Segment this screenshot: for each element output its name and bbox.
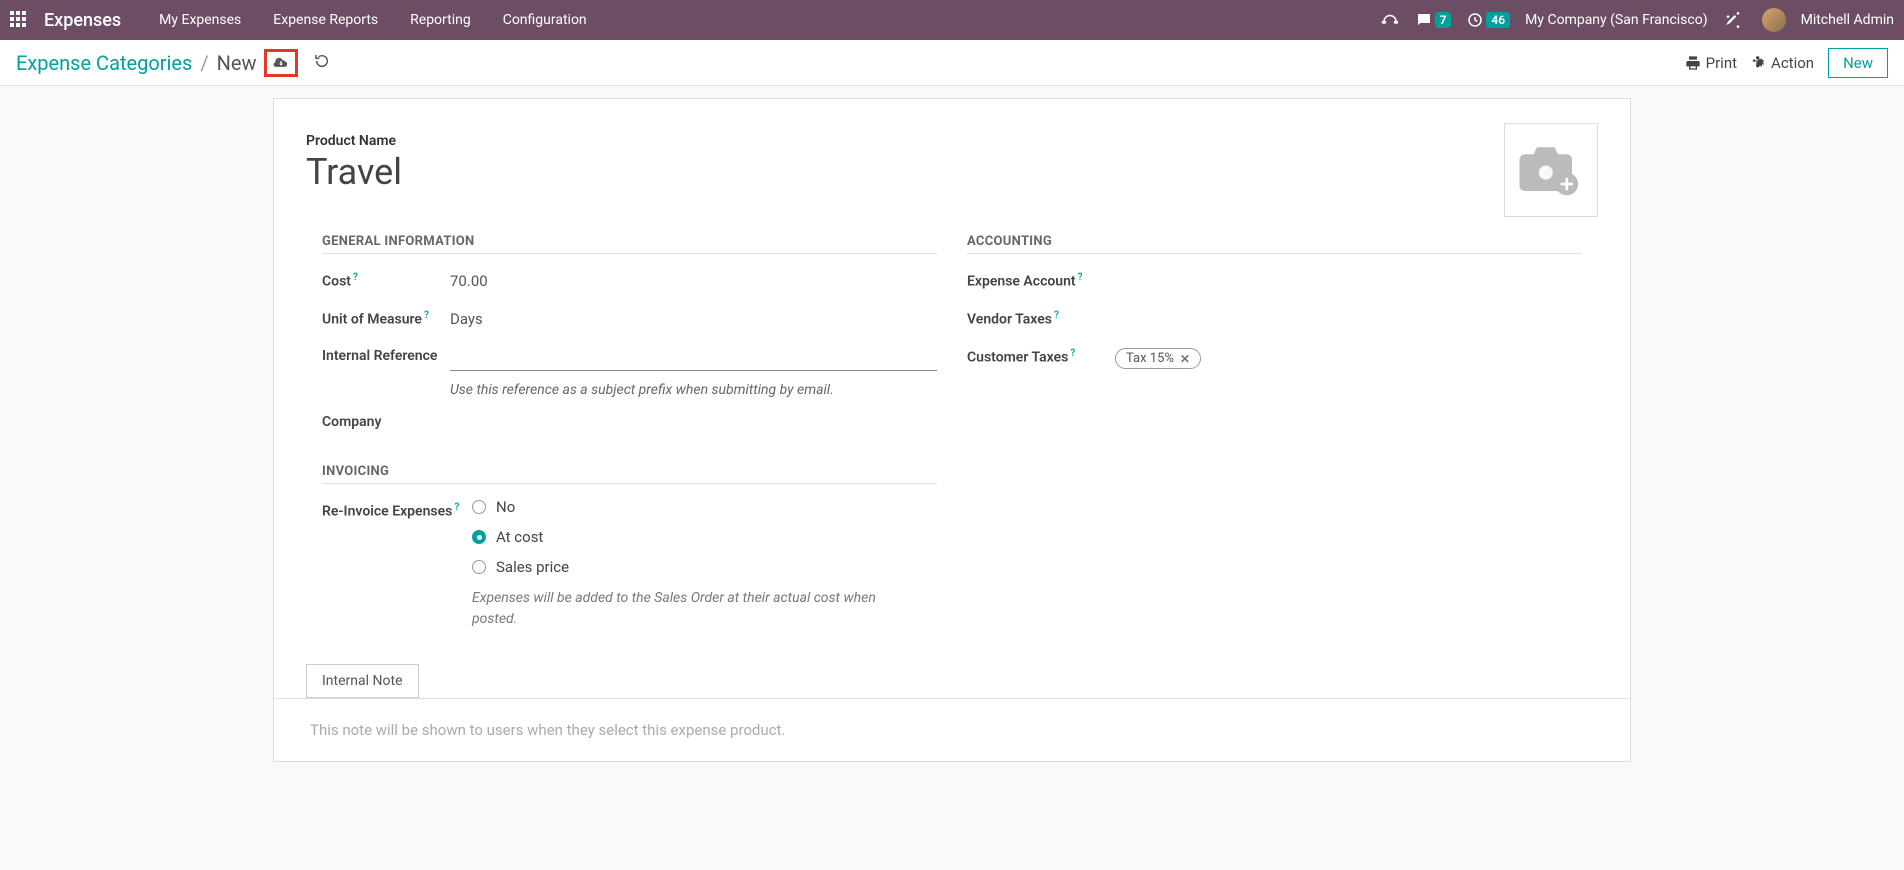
tax-tag[interactable]: Tax 15% ✕ xyxy=(1115,348,1201,369)
action-bar: Expense Categories / New Print Action Ne… xyxy=(0,40,1904,86)
cost-label: Cost? xyxy=(322,268,450,290)
help-icon[interactable]: ? xyxy=(1070,348,1075,359)
product-name-value[interactable]: Travel xyxy=(306,151,1598,194)
radio-no[interactable]: No xyxy=(472,498,937,516)
help-icon[interactable]: ? xyxy=(1078,272,1083,283)
new-button[interactable]: New xyxy=(1828,48,1888,78)
nav-reporting[interactable]: Reporting xyxy=(398,0,483,40)
activities-indicator[interactable]: 46 xyxy=(1466,11,1510,29)
left-column: GENERAL INFORMATION Cost? 70.00 Unit of … xyxy=(322,234,937,640)
expense-account-value[interactable] xyxy=(1115,268,1582,276)
product-name-label: Product Name xyxy=(306,133,1598,149)
breadcrumb-separator: / xyxy=(200,51,208,75)
username-label[interactable]: Mitchell Admin xyxy=(1801,12,1894,28)
customer-taxes-label: Customer Taxes? xyxy=(967,344,1115,366)
help-icon[interactable]: ? xyxy=(454,502,459,513)
save-button[interactable] xyxy=(264,49,298,77)
help-icon[interactable]: ? xyxy=(353,272,358,283)
section-invoicing: INVOICING xyxy=(322,464,937,484)
discard-button[interactable] xyxy=(310,49,334,77)
breadcrumb-parent[interactable]: Expense Categories xyxy=(16,51,192,75)
field-vendor-taxes: Vendor Taxes? xyxy=(967,306,1582,334)
nav-right: 7 46 My Company (San Francisco) Mitchell… xyxy=(1380,8,1894,32)
field-company: Company xyxy=(322,410,937,438)
apps-icon[interactable] xyxy=(10,11,28,29)
company-value[interactable] xyxy=(450,410,937,418)
expense-account-label: Expense Account? xyxy=(967,268,1115,290)
customer-taxes-value[interactable]: Tax 15% ✕ xyxy=(1115,344,1582,373)
activities-badge: 46 xyxy=(1486,12,1510,28)
action-label: Action xyxy=(1771,54,1814,72)
close-icon[interactable]: ✕ xyxy=(1180,352,1190,366)
tax-tag-label: Tax 15% xyxy=(1126,351,1174,366)
radio-label-at-cost: At cost xyxy=(496,528,543,546)
vendor-taxes-label: Vendor Taxes? xyxy=(967,306,1115,328)
image-upload[interactable] xyxy=(1504,123,1598,217)
field-reinvoice: Re-Invoice Expenses? No At cost Sales xyxy=(322,498,937,630)
uom-label: Unit of Measure? xyxy=(322,306,450,328)
nav-my-expenses[interactable]: My Expenses xyxy=(147,0,253,40)
nav-configuration[interactable]: Configuration xyxy=(491,0,599,40)
uom-value[interactable]: Days xyxy=(450,306,937,332)
content-wrap: Product Name Travel GENERAL INFORMATION … xyxy=(0,86,1904,774)
internal-ref-input[interactable] xyxy=(450,344,937,371)
tabs: Internal Note xyxy=(306,664,1598,698)
reinvoice-label: Re-Invoice Expenses? xyxy=(322,498,472,520)
internal-ref-label: Internal Reference xyxy=(322,344,450,364)
form-sheet: Product Name Travel GENERAL INFORMATION … xyxy=(273,98,1631,762)
action-button[interactable]: Action xyxy=(1751,54,1814,72)
avatar[interactable] xyxy=(1762,8,1786,32)
radio-label-sales-price: Sales price xyxy=(496,558,569,576)
form-columns: GENERAL INFORMATION Cost? 70.00 Unit of … xyxy=(306,234,1598,640)
field-internal-ref: Internal Reference xyxy=(322,344,937,372)
section-accounting: ACCOUNTING xyxy=(967,234,1582,254)
vendor-taxes-value[interactable] xyxy=(1115,306,1582,314)
reinvoice-radio-group: No At cost Sales price Expenses will be … xyxy=(472,498,937,630)
messages-indicator[interactable]: 7 xyxy=(1415,11,1452,29)
internal-ref-hint: Use this reference as a subject prefix w… xyxy=(450,382,937,398)
field-expense-account: Expense Account? xyxy=(967,268,1582,296)
note-placeholder[interactable]: This note will be shown to users when th… xyxy=(310,721,1594,739)
print-label: Print xyxy=(1706,54,1737,72)
section-general: GENERAL INFORMATION xyxy=(322,234,937,254)
radio-label-no: No xyxy=(496,498,515,516)
top-navbar: Expenses My Expenses Expense Reports Rep… xyxy=(0,0,1904,40)
tab-internal-note[interactable]: Internal Note xyxy=(306,664,419,698)
radio-circle xyxy=(472,560,486,574)
nav-expense-reports[interactable]: Expense Reports xyxy=(261,0,390,40)
company-label: Company xyxy=(322,410,450,430)
radio-sales-price[interactable]: Sales price xyxy=(472,558,937,576)
company-selector[interactable]: My Company (San Francisco) xyxy=(1525,12,1707,28)
field-cost: Cost? 70.00 xyxy=(322,268,937,296)
tools-icon[interactable] xyxy=(1723,10,1743,30)
breadcrumb: Expense Categories / New xyxy=(16,51,256,75)
reinvoice-hint: Expenses will be added to the Sales Orde… xyxy=(472,588,892,630)
action-right: Print Action New xyxy=(1685,48,1888,78)
radio-at-cost[interactable]: At cost xyxy=(472,528,937,546)
tab-content: This note will be shown to users when th… xyxy=(274,698,1630,761)
radio-circle xyxy=(472,530,486,544)
cost-value[interactable]: 70.00 xyxy=(450,268,937,294)
messages-badge: 7 xyxy=(1435,12,1452,28)
breadcrumb-current: New xyxy=(217,51,257,75)
print-button[interactable]: Print xyxy=(1685,54,1737,72)
nav-left: Expenses My Expenses Expense Reports Rep… xyxy=(10,0,599,40)
right-column: ACCOUNTING Expense Account? Vendor Taxes… xyxy=(967,234,1582,640)
app-brand[interactable]: Expenses xyxy=(44,10,121,31)
field-customer-taxes: Customer Taxes? Tax 15% ✕ xyxy=(967,344,1582,373)
help-icon[interactable]: ? xyxy=(424,310,429,321)
field-uom: Unit of Measure? Days xyxy=(322,306,937,334)
help-icon[interactable]: ? xyxy=(1054,310,1059,321)
support-icon[interactable] xyxy=(1380,10,1400,30)
radio-circle xyxy=(472,500,486,514)
